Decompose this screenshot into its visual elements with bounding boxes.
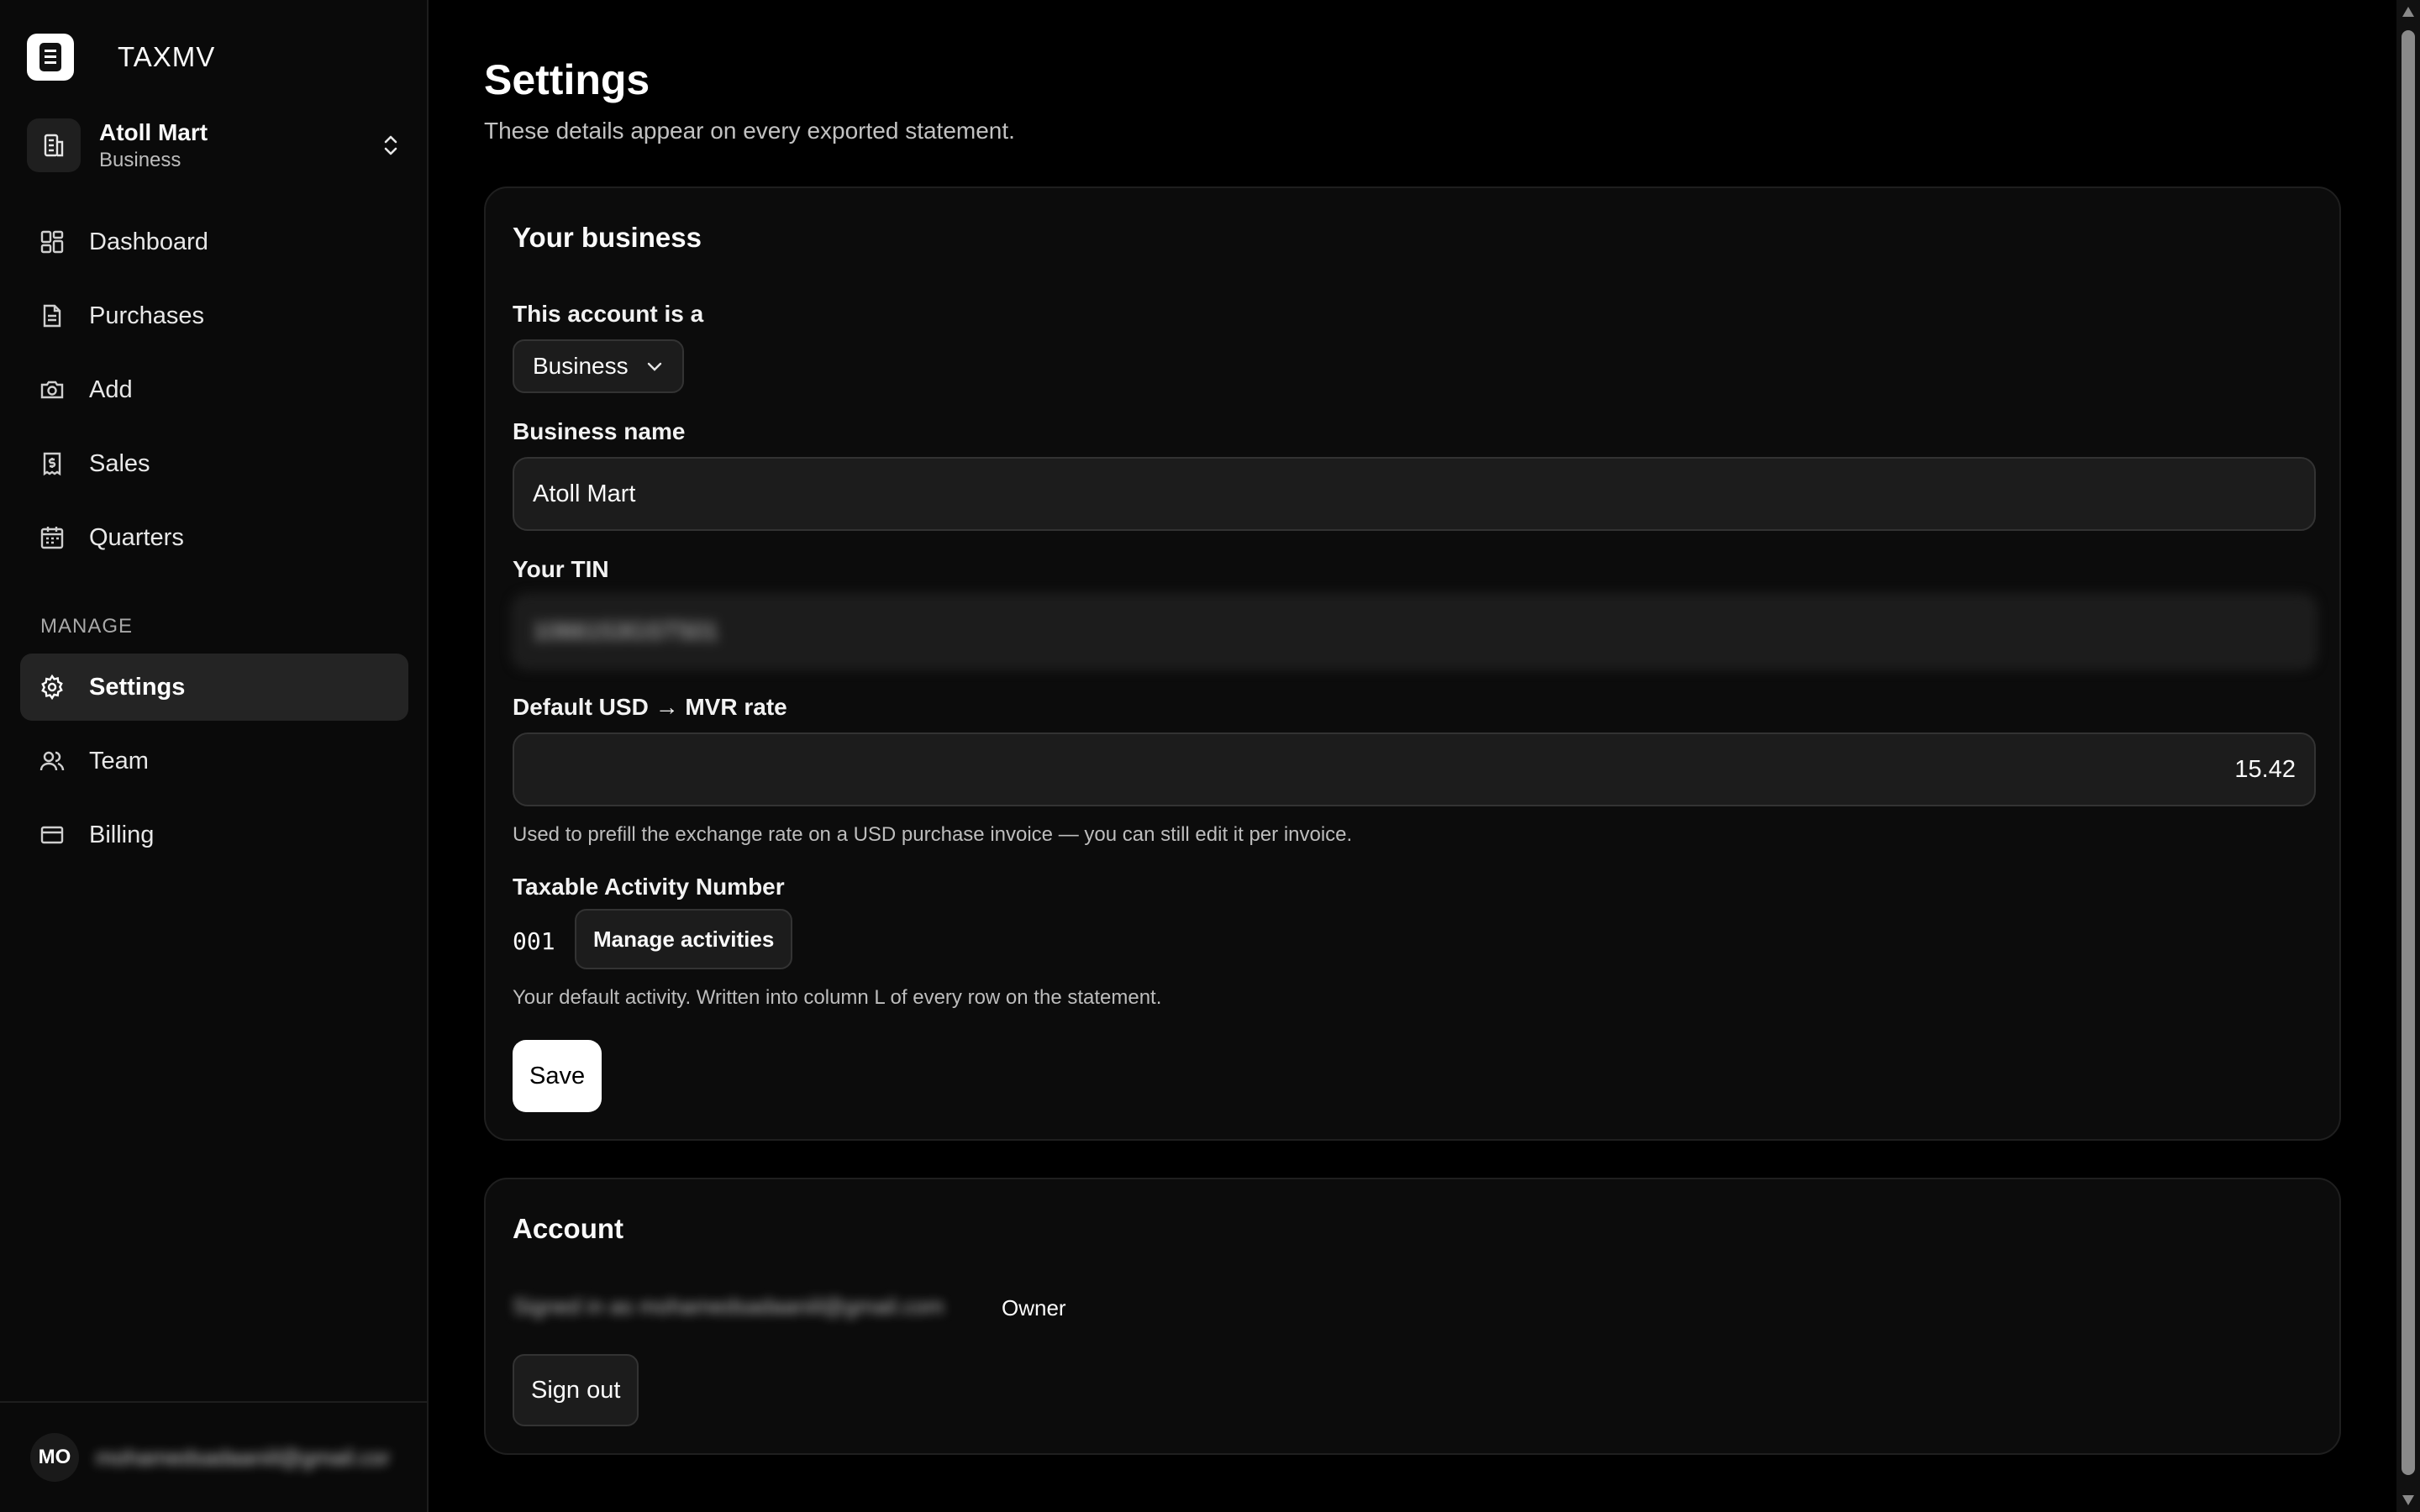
sidebar: TAXMV Atoll Mart Business Dashboard Purc… — [0, 0, 429, 1512]
account-type-select[interactable]: Business — [513, 339, 684, 393]
sidebar-item-purchases[interactable]: Purchases — [20, 282, 408, 349]
grid-icon — [39, 228, 66, 255]
document-icon — [39, 302, 66, 329]
page-title: Settings — [484, 56, 650, 103]
manage-activities-button[interactable]: Manage activities — [575, 909, 793, 969]
role-badge: Owner — [1002, 1295, 1066, 1320]
nav-section-manage: MANAGE — [40, 615, 134, 638]
receipt-dollar-icon — [39, 450, 66, 477]
sidebar-item-quarters[interactable]: Quarters — [20, 504, 408, 571]
sidebar-item-settings[interactable]: Settings — [20, 654, 408, 721]
rate-hint: Used to prefill the exchange rate on a U… — [513, 823, 1353, 846]
sidebar-item-label: Dashboard — [89, 228, 208, 255]
chevrons-up-down-icon[interactable] — [378, 132, 403, 163]
chevron-down-icon — [645, 360, 664, 372]
sidebar-item-label: Sales — [89, 449, 150, 477]
main-nav: Dashboard Purchases Add Sales Quarters — [20, 208, 408, 578]
org-switcher[interactable]: Atoll Mart Business — [27, 116, 405, 175]
signed-in-email: Signed in as mohamedsadaaniil@gmail.com — [513, 1294, 944, 1319]
gear-icon — [39, 674, 66, 701]
activity-code: 001 — [513, 927, 555, 955]
rate-label: Default USD → MVR rate — [513, 694, 787, 720]
user-menu[interactable]: MO mohamedsadaaniil@gmail.com — [0, 1401, 427, 1512]
user-email: mohamedsadaaniil@gmail.com — [96, 1444, 390, 1470]
org-name: Atoll Mart — [99, 119, 208, 145]
account-type-label: This account is a — [513, 301, 704, 327]
business-card: Your business This account is a Business… — [484, 186, 2341, 1141]
camera-icon — [39, 376, 66, 403]
sidebar-item-sales[interactable]: Sales — [20, 430, 408, 497]
scrollbar[interactable] — [2396, 0, 2420, 1512]
app-name: TAXMV — [118, 41, 216, 72]
building-icon — [27, 118, 81, 172]
sidebar-item-label: Team — [89, 747, 149, 774]
credit-card-icon — [39, 822, 66, 848]
activity-hint: Your default activity. Written into colu… — [513, 986, 1162, 1009]
sidebar-item-label: Purchases — [89, 302, 205, 329]
sidebar-item-dashboard[interactable]: Dashboard — [20, 208, 408, 276]
sidebar-item-team[interactable]: Team — [20, 727, 408, 795]
sign-out-button[interactable]: Sign out — [513, 1354, 639, 1426]
card-title: Your business — [513, 222, 702, 253]
account-card: Account Signed in as mohamedsadaaniil@gm… — [484, 1178, 2341, 1455]
app-logo-icon — [27, 34, 74, 81]
save-button[interactable]: Save — [513, 1040, 602, 1112]
business-name-input[interactable] — [513, 457, 2316, 531]
tin-label: Your TIN — [513, 556, 609, 582]
scroll-down-icon[interactable] — [2402, 1495, 2414, 1505]
calendar-icon — [39, 524, 66, 551]
rate-input[interactable] — [513, 732, 2316, 806]
sidebar-item-label: Add — [89, 375, 133, 403]
org-type: Business — [99, 149, 182, 171]
manage-nav: Settings Team Billing — [20, 654, 408, 875]
page-subtitle: These details appear on every exported s… — [484, 118, 1015, 144]
sidebar-item-label: Billing — [89, 821, 155, 848]
sidebar-item-billing[interactable]: Billing — [20, 801, 408, 869]
avatar: MO — [30, 1433, 79, 1482]
business-name-label: Business name — [513, 418, 686, 444]
scrollbar-thumb[interactable] — [2402, 30, 2415, 1475]
account-type-value: Business — [533, 353, 629, 379]
users-icon — [39, 748, 66, 774]
sidebar-item-add[interactable]: Add — [20, 356, 408, 423]
activity-label: Taxable Activity Number — [513, 874, 785, 900]
brand[interactable]: TAXMV — [27, 34, 214, 81]
card-title: Account — [513, 1213, 623, 1244]
sidebar-item-label: Quarters — [89, 523, 184, 551]
tin-input[interactable] — [513, 595, 2316, 669]
scroll-up-icon[interactable] — [2402, 7, 2414, 17]
sidebar-item-label: Settings — [89, 673, 186, 701]
